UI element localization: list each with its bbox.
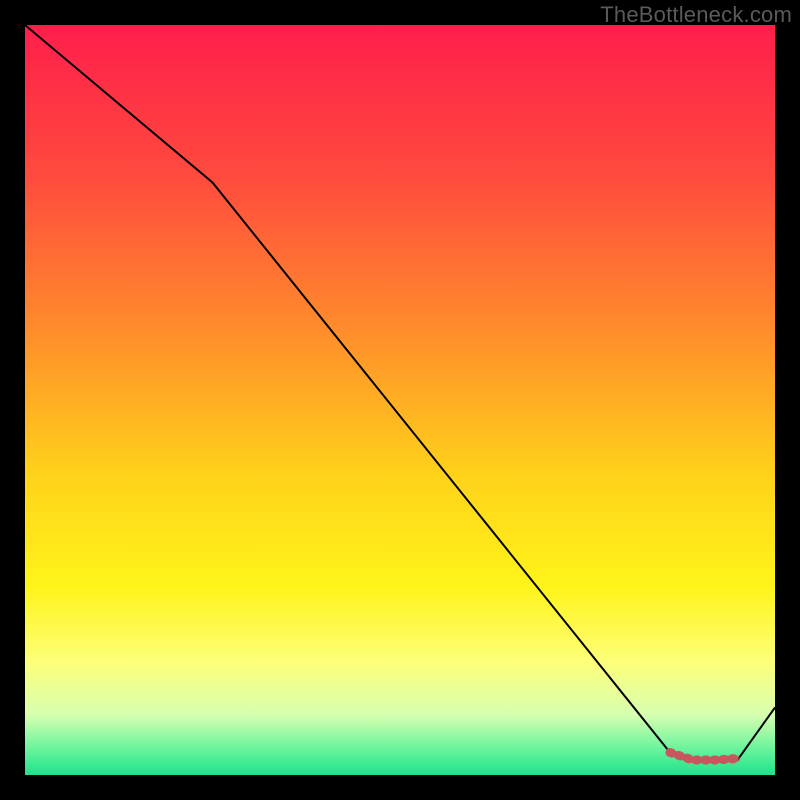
chart-frame: TheBottleneck.com	[0, 0, 800, 800]
gradient-background	[25, 25, 775, 775]
chart-svg	[25, 25, 775, 775]
plot-area	[25, 25, 775, 775]
watermark-text: TheBottleneck.com	[600, 2, 792, 28]
